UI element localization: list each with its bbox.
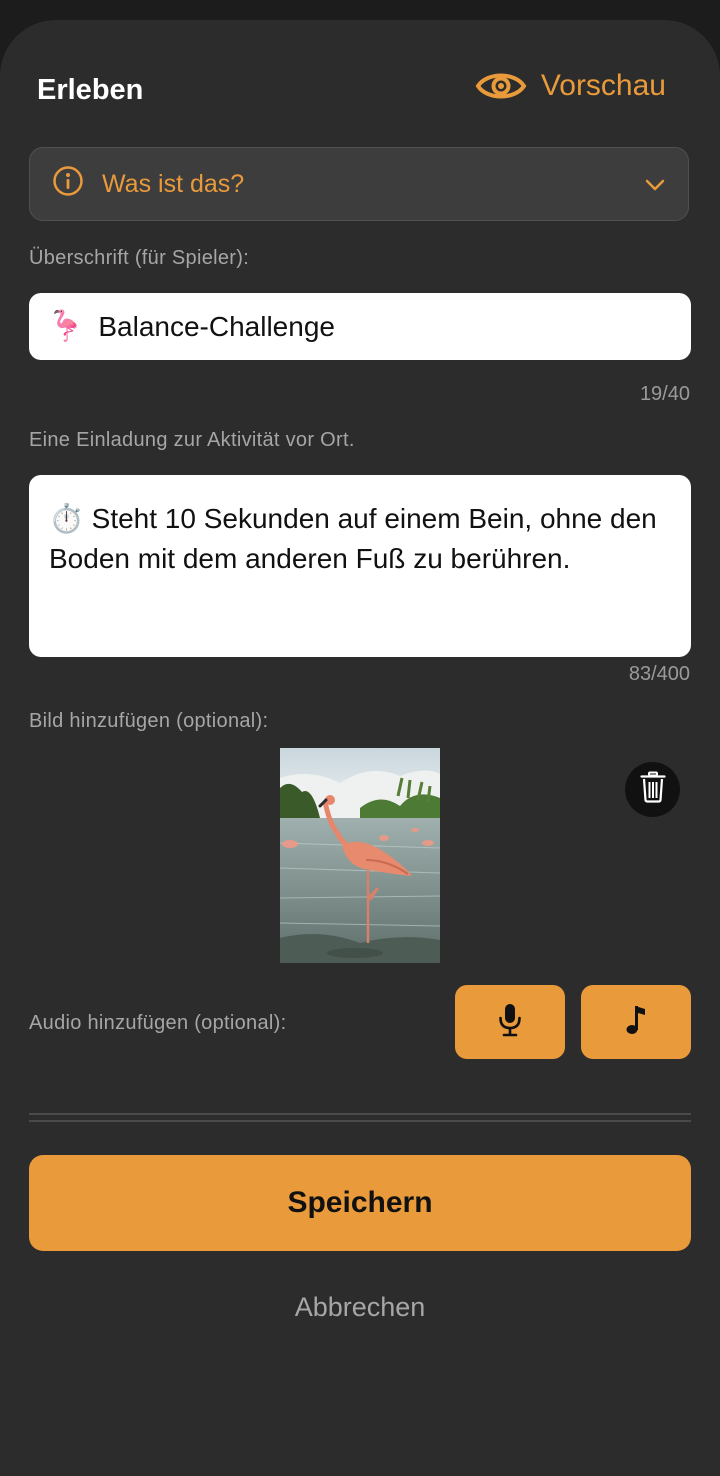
save-button[interactable]: Speichern bbox=[29, 1155, 691, 1251]
heading-field-label: Überschrift (für Spieler): bbox=[29, 247, 250, 269]
cancel-button[interactable]: Abbrechen bbox=[0, 1292, 720, 1323]
description-char-counter: 83/400 bbox=[628, 663, 690, 685]
selected-image-thumbnail[interactable] bbox=[280, 748, 440, 963]
eye-icon bbox=[475, 68, 527, 104]
image-field-label: Bild hinzufügen (optional): bbox=[29, 710, 269, 732]
heading-input[interactable]: 🦩 Balance-Challenge bbox=[29, 293, 691, 360]
chevron-down-icon bbox=[644, 170, 666, 199]
record-audio-button[interactable] bbox=[455, 985, 565, 1059]
description-input-value: ⏱️ Steht 10 Sekunden auf einem Bein, ohn… bbox=[49, 503, 657, 574]
edit-sheet: Erleben Vorschau Was ist das? Überschrif bbox=[0, 20, 720, 1476]
divider bbox=[29, 1120, 691, 1122]
preview-label: Vorschau bbox=[540, 69, 666, 102]
divider bbox=[29, 1113, 691, 1115]
heading-char-counter: 19/40 bbox=[639, 383, 690, 405]
delete-image-button[interactable] bbox=[625, 762, 680, 817]
audio-field-label: Audio hinzufügen (optional): bbox=[29, 1012, 287, 1034]
flamingo-emoji: 🦩 bbox=[47, 310, 85, 343]
heading-input-value: Balance-Challenge bbox=[98, 310, 335, 342]
what-is-this-dropdown[interactable]: Was ist das? bbox=[29, 147, 689, 221]
trash-icon bbox=[639, 771, 666, 808]
info-circle-icon bbox=[52, 165, 84, 204]
description-field-label: Eine Einladung zur Aktivität vor Ort. bbox=[29, 429, 355, 451]
music-note-icon bbox=[625, 1004, 647, 1041]
preview-button[interactable]: Vorschau bbox=[475, 68, 666, 104]
save-button-label: Speichern bbox=[287, 1186, 433, 1219]
microphone-icon bbox=[497, 1003, 523, 1042]
what-is-this-label: Was ist das? bbox=[102, 169, 245, 198]
page-title: Erleben bbox=[37, 74, 144, 106]
description-input[interactable]: ⏱️ Steht 10 Sekunden auf einem Bein, ohn… bbox=[29, 475, 691, 657]
choose-music-button[interactable] bbox=[581, 985, 691, 1059]
